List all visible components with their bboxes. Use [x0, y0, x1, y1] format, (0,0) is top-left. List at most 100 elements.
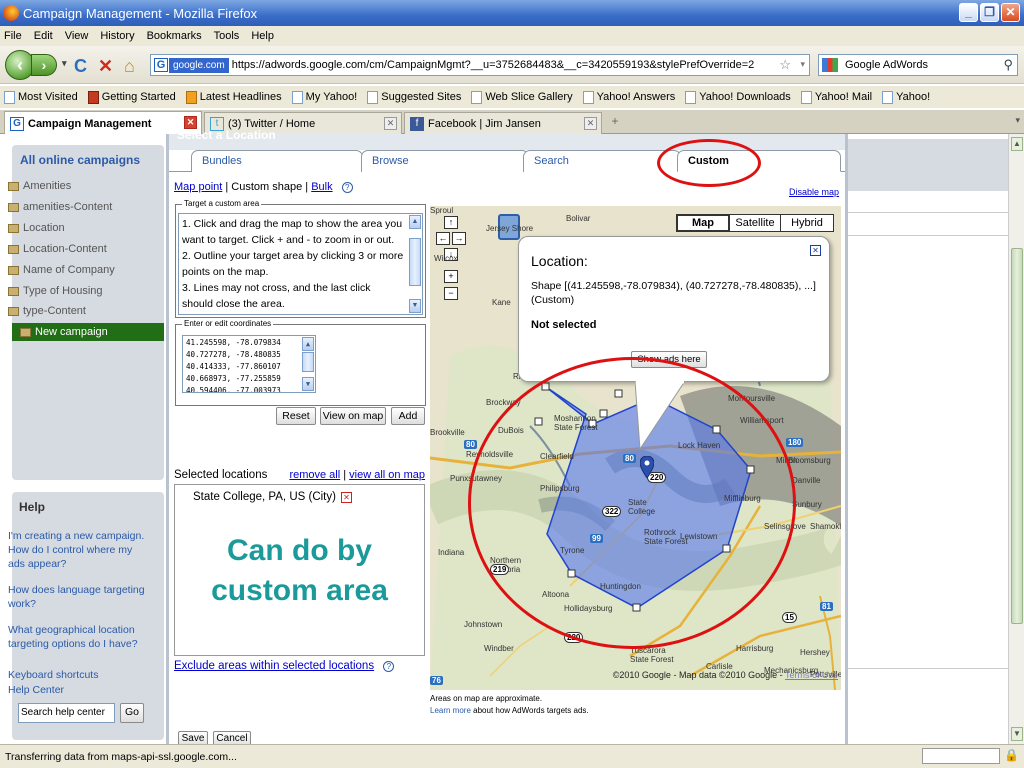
close-icon[interactable]: ✕: [1001, 3, 1020, 22]
learn-more-link[interactable]: Learn more: [430, 706, 471, 715]
sidebar-item-new-campaign[interactable]: New campaign: [12, 323, 164, 341]
help-go-button[interactable]: Go: [120, 703, 144, 723]
url-dropdown-icon[interactable]: ▾: [800, 59, 805, 70]
tab-facebook[interactable]: f Facebook | Jim Jansen ✕: [404, 112, 602, 134]
lock-icon[interactable]: 🔒: [1004, 748, 1019, 762]
scroll-thumb[interactable]: [1011, 248, 1023, 624]
home-icon[interactable]: ⌂: [124, 56, 135, 77]
restore-icon[interactable]: ❐: [980, 3, 999, 22]
menu-file[interactable]: File: [4, 30, 22, 42]
search-engine-icon[interactable]: [822, 58, 838, 72]
map-copyright: ©2010 Google - Map data ©2010 Google - T…: [612, 670, 838, 680]
menu-view[interactable]: View: [65, 30, 89, 42]
search-input[interactable]: Google AdWords: [845, 59, 928, 71]
info-close-icon[interactable]: ✕: [810, 245, 821, 256]
menu-tools[interactable]: Tools: [214, 30, 240, 42]
scroll-down-icon[interactable]: ▼: [302, 377, 314, 391]
bookmark-my-yahoo[interactable]: My Yahoo!: [291, 90, 357, 104]
status-text: Transferring data from maps-api-ssl.goog…: [5, 750, 237, 763]
coordinates-textarea[interactable]: 41.245598, -78.079834 40.727278, -78.480…: [182, 335, 316, 393]
page-scrollbar[interactable]: ▲ ▼: [1008, 134, 1024, 744]
view-all-on-map-link[interactable]: view all on map: [349, 469, 425, 481]
selected-locations-label: Selected locations: [174, 469, 268, 481]
sidebar-item-type-content[interactable]: type-Content: [8, 305, 86, 317]
scroll-thumb[interactable]: [302, 352, 314, 372]
sidebar-item-amenities[interactable]: Amenities: [8, 180, 71, 192]
tab-close-icon[interactable]: ✕: [384, 117, 397, 130]
bookmark-latest-headlines[interactable]: Latest Headlines: [185, 90, 282, 104]
new-tab-icon[interactable]: +: [606, 114, 624, 130]
history-dropdown-icon[interactable]: ▾: [62, 58, 67, 69]
menu-help[interactable]: Help: [251, 30, 274, 42]
help-question-icon[interactable]: ?: [383, 661, 395, 672]
menu-history[interactable]: History: [100, 30, 134, 42]
terms-of-use-link[interactable]: Terms of Use: [785, 670, 838, 680]
help-question-icon[interactable]: ?: [341, 182, 353, 193]
folder-icon: [8, 244, 19, 254]
help-link-help-center[interactable]: Help Center: [8, 683, 148, 697]
address-bar[interactable]: G google.com https://adwords.google.com/…: [150, 54, 810, 76]
sidebar-heading[interactable]: All online campaigns: [20, 153, 140, 167]
learn-more-row: Learn more about how AdWords targets ads…: [430, 706, 589, 715]
bulk-link[interactable]: Bulk: [311, 181, 332, 193]
page-icon: [471, 90, 483, 104]
reset-button[interactable]: Reset: [276, 407, 316, 425]
scroll-up-icon[interactable]: ▲: [1011, 137, 1023, 151]
page-icon: [685, 90, 697, 104]
tab-browse[interactable]: Browse: [361, 150, 529, 172]
scroll-up-icon[interactable]: ▲: [409, 215, 421, 229]
bookmark-yahoo[interactable]: Yahoo!: [882, 90, 930, 104]
instruction-step: 2. Outline your target area by clicking …: [182, 250, 404, 278]
window-title-bar: Campaign Management - Mozilla Firefox: [0, 0, 1024, 26]
site-identity[interactable]: google.com: [169, 57, 229, 73]
stop-icon[interactable]: ✕: [98, 56, 113, 77]
scroll-up-icon[interactable]: ▲: [302, 337, 314, 351]
scroll-down-icon[interactable]: ▼: [409, 299, 421, 313]
page-icon: [800, 90, 812, 104]
forward-arrow-icon[interactable]: ›: [31, 54, 57, 76]
custom-shape-mode: Custom shape: [231, 181, 303, 193]
map-point-link[interactable]: Map point: [174, 181, 222, 193]
help-link-keyboard-shortcuts[interactable]: Keyboard shortcuts: [8, 668, 148, 682]
bookmark-star-icon[interactable]: ☆: [779, 57, 791, 73]
tab-close-icon[interactable]: ✕: [584, 117, 597, 130]
sidebar-item-location-content[interactable]: Location-Content: [8, 243, 107, 255]
search-magnifier-icon[interactable]: ⚲: [1003, 57, 1013, 73]
sidebar-item-type-of-housing[interactable]: Type of Housing: [8, 285, 103, 297]
menu-edit[interactable]: Edit: [34, 30, 53, 42]
minimize-icon[interactable]: _: [959, 3, 978, 22]
bookmark-getting-started[interactable]: Getting Started: [87, 90, 176, 104]
menu-bookmarks[interactable]: Bookmarks: [147, 30, 202, 42]
disable-map-link[interactable]: Disable map: [789, 187, 839, 197]
sidebar-item-location[interactable]: Location: [8, 222, 65, 234]
reload-icon[interactable]: C: [74, 56, 87, 77]
help-link-control-ads[interactable]: I'm creating a new campaign. How do I co…: [8, 529, 148, 571]
bookmark-suggested-sites[interactable]: Suggested Sites: [367, 90, 461, 104]
tab-list-icon[interactable]: ▾: [1015, 115, 1020, 126]
sidebar-item-name-of-company[interactable]: Name of Company: [8, 264, 115, 276]
coordinate-line: 40.594406, -77.003973: [186, 386, 281, 393]
view-on-map-button[interactable]: View on map: [320, 407, 386, 425]
help-link-geo-targeting[interactable]: What geographical location targeting opt…: [8, 623, 148, 651]
help-search-input[interactable]: Search help center: [18, 703, 115, 723]
help-link-language-targeting[interactable]: How does language targeting work?: [8, 583, 148, 611]
tab-campaign-management[interactable]: G Campaign Management ✕: [4, 111, 202, 135]
scroll-down-icon[interactable]: ▼: [1011, 727, 1023, 741]
sidebar-item-amenities-content[interactable]: amenities-Content: [8, 201, 112, 213]
scroll-thumb[interactable]: [409, 238, 421, 286]
divider: [848, 235, 1008, 236]
exclude-areas-link[interactable]: Exclude areas within selected locations: [174, 660, 374, 672]
tab-bundles[interactable]: Bundles: [191, 150, 363, 172]
selected-locations-list: State College, PA, US (City) ✕ Can do by…: [174, 484, 425, 656]
search-box[interactable]: Google AdWords ⚲: [818, 54, 1018, 76]
bookmark-yahoo-answers[interactable]: Yahoo! Answers: [582, 90, 675, 104]
url-text[interactable]: https://adwords.google.com/cm/CampaignMg…: [232, 59, 755, 71]
bookmark-web-slice-gallery[interactable]: Web Slice Gallery: [471, 90, 573, 104]
remove-location-icon[interactable]: ✕: [340, 491, 352, 503]
bookmark-yahoo-downloads[interactable]: Yahoo! Downloads: [685, 90, 791, 104]
remove-all-link[interactable]: remove all: [289, 469, 340, 481]
instructions-textbox[interactable]: 1. Click and drag the map to show the ar…: [178, 213, 423, 315]
bookmark-most-visited[interactable]: Most Visited: [4, 90, 78, 104]
add-button[interactable]: Add: [391, 407, 425, 425]
bookmark-yahoo-mail[interactable]: Yahoo! Mail: [800, 90, 872, 104]
